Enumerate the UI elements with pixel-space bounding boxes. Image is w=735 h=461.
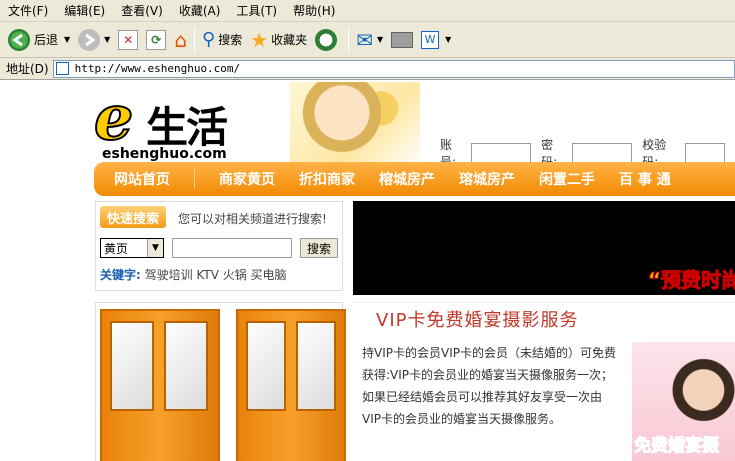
history-button[interactable] — [311, 25, 345, 55]
back-dropdown-icon[interactable]: ▼ — [64, 35, 70, 44]
divider — [353, 302, 735, 303]
captcha-input[interactable] — [684, 143, 725, 163]
door-pane — [246, 321, 286, 411]
menu-view[interactable]: 查看(V) — [113, 2, 171, 19]
chevron-down-icon[interactable]: ▼ — [147, 239, 163, 257]
word-icon: W — [421, 30, 440, 49]
back-arrow-icon — [8, 28, 30, 51]
password-input[interactable] — [572, 143, 633, 163]
search-input[interactable] — [172, 238, 292, 258]
ad-banner[interactable]: “预费时尚 — [353, 201, 735, 295]
mail-button[interactable]: ✉ ▼ — [352, 25, 387, 55]
history-icon — [315, 28, 338, 51]
nav-real-estate-2[interactable]: 瑢城房产 — [459, 169, 515, 189]
mascot-image — [290, 82, 420, 170]
toolbar: 后退 ▼ ▼ ✕ ⟳ ⌂ ⚲ 搜索 ★ 收藏夹 ✉ ▼ W ▼ — [0, 22, 735, 58]
nav-yellow-pages[interactable]: 商家黄页 — [219, 169, 275, 189]
quick-search-tab[interactable]: 快速搜索 — [100, 206, 166, 228]
address-url: http://www.eshenghuo.com/ — [74, 62, 241, 75]
keywords-label: 关键字: — [100, 268, 141, 282]
toolbar-separator — [348, 26, 350, 53]
nav-real-estate[interactable]: 榕城房产 — [379, 169, 435, 189]
mail-dropdown-icon[interactable]: ▼ — [377, 35, 383, 44]
menu-bar: 文件(F) 编辑(E) 查看(V) 收藏(A) 工具(T) 帮助(H) — [0, 0, 735, 22]
nav-secondhand[interactable]: 闲置二手 — [539, 169, 595, 189]
quick-search-panel: 快速搜索 您可以对相关频道进行搜索! 黄页 ▼ 搜索 关键字: 驾驶培训 KTV… — [95, 201, 343, 291]
site-logo[interactable]: e 生活 eshenghuo.com — [93, 81, 284, 164]
edit-dropdown-icon[interactable]: ▼ — [445, 35, 451, 44]
menu-help[interactable]: 帮助(H) — [285, 2, 343, 19]
favorites-button[interactable]: ★ 收藏夹 — [246, 25, 311, 55]
favorites-label: 收藏夹 — [271, 33, 308, 47]
wedding-caption: 免费婚宴摄 — [634, 436, 720, 457]
nav-home[interactable]: 网站首页 — [114, 169, 170, 189]
search-label: 搜索 — [218, 33, 243, 47]
search-submit-button[interactable]: 搜索 — [300, 238, 338, 258]
mail-icon: ✉ — [356, 27, 373, 52]
home-icon: ⌂ — [174, 27, 188, 52]
printer-icon — [391, 31, 414, 48]
stop-button[interactable]: ✕ — [114, 25, 142, 55]
nav-divider — [194, 169, 195, 189]
address-bar: 地址(D) http://www.eshenghuo.com/ — [0, 58, 735, 80]
print-button[interactable] — [387, 25, 417, 55]
back-label: 后退 — [34, 33, 59, 47]
menu-tools[interactable]: 工具(T) — [228, 2, 285, 19]
door-image-2 — [236, 309, 346, 461]
star-icon: ★ — [250, 27, 269, 52]
search-button[interactable]: ⚲ 搜索 — [198, 25, 246, 55]
logo-domain: eshenghuo.com — [102, 146, 227, 162]
keywords-links[interactable]: 驾驶培训 KTV 火锅 买电脑 — [145, 268, 287, 282]
address-label: 地址(D) — [6, 62, 49, 76]
nav-discount[interactable]: 折扣商家 — [299, 169, 355, 189]
web-page: e 生活 eshenghuo.com 账号: 密码: 校验码: 网站首页 商家黄… — [0, 80, 735, 461]
vip-title[interactable]: VIP卡免费婚宴摄影服务 — [376, 306, 578, 332]
vip-description: 持VIP卡的会员VIP卡的会员（未结婚的）可免费获得:VIP卡的会员业的婚宴当天… — [362, 346, 616, 426]
forward-arrow-icon — [78, 28, 101, 51]
page-icon — [55, 62, 69, 75]
category-select[interactable]: 黄页 ▼ — [100, 238, 164, 258]
edit-button[interactable]: W ▼ — [417, 25, 455, 55]
door-pane — [164, 321, 208, 411]
menu-file[interactable]: 文件(F) — [0, 2, 56, 19]
nav-baishitong[interactable]: 百 事 通 — [619, 169, 671, 189]
home-button[interactable]: ⌂ — [170, 25, 191, 55]
refresh-button[interactable]: ⟳ — [142, 25, 170, 55]
door-pane — [110, 321, 154, 411]
main-nav: 网站首页 商家黄页 折扣商家 榕城房产 瑢城房产 闲置二手 百 事 通 — [94, 162, 735, 196]
address-input[interactable]: http://www.eshenghuo.com/ — [52, 59, 735, 78]
logo-mark: e — [93, 81, 134, 154]
refresh-icon: ⟳ — [146, 29, 167, 50]
forward-button[interactable]: ▼ — [74, 25, 114, 55]
banner-text: “预费时尚 — [647, 268, 735, 293]
toolbar-separator — [194, 26, 196, 53]
door-image-1 — [100, 309, 220, 461]
menu-edit[interactable]: 编辑(E) — [56, 2, 113, 19]
magnifier-icon: ⚲ — [202, 29, 216, 50]
menu-favorites[interactable]: 收藏(A) — [171, 2, 229, 19]
back-button[interactable]: 后退 ▼ — [4, 25, 74, 55]
search-hint: 您可以对相关频道进行搜索! — [178, 212, 327, 226]
door-pane — [296, 321, 336, 411]
category-value: 黄页 — [104, 241, 129, 256]
keywords-row: 关键字: 驾驶培训 KTV 火锅 买电脑 — [100, 266, 287, 283]
account-input[interactable] — [471, 143, 532, 163]
product-image-box[interactable] — [95, 302, 346, 461]
stop-icon: ✕ — [118, 29, 139, 50]
forward-dropdown-icon[interactable]: ▼ — [104, 35, 110, 44]
wedding-photo[interactable]: 免费婚宴摄 — [632, 342, 735, 461]
